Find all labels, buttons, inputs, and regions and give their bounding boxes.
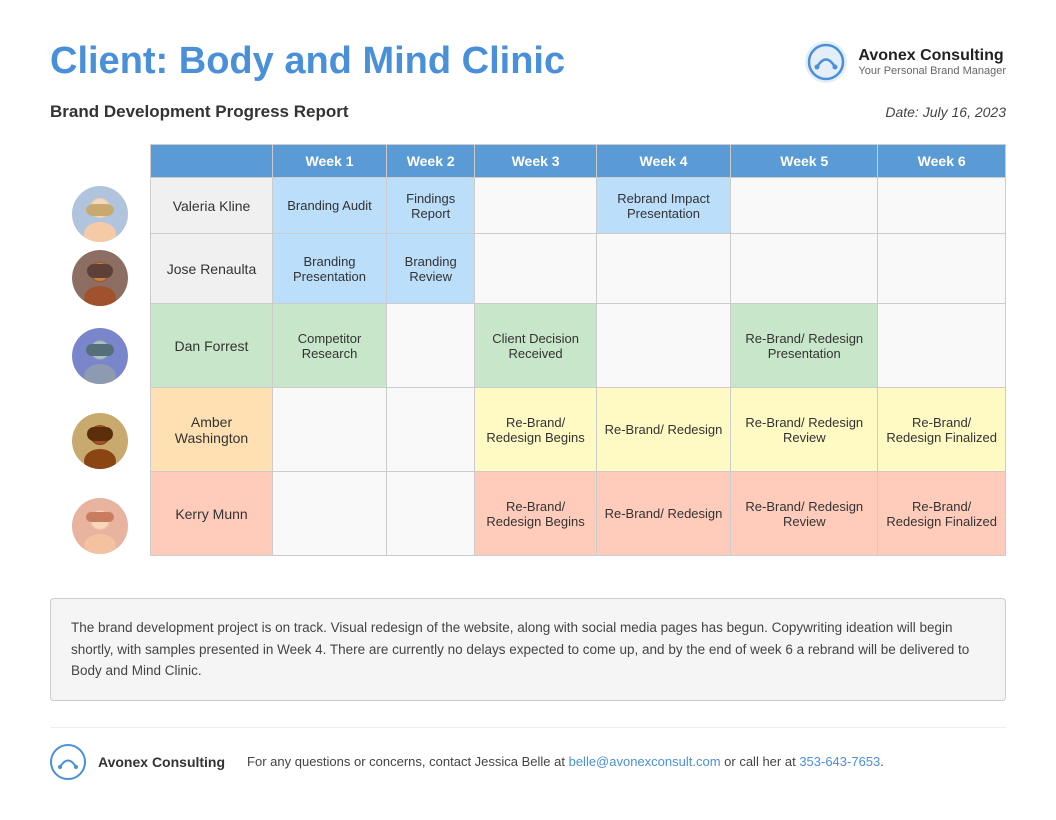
schedule-table: Week 1 Week 2 Week 3 Week 4 Week 5 Week … (150, 144, 1006, 556)
table-row: Kerry Munn Re-Brand/ Redesign Begins Re-… (151, 472, 1006, 556)
report-subtitle: Brand Development Progress Report (50, 102, 349, 122)
footer-text-mid: or call her at (721, 754, 800, 769)
valeria-week3 (475, 178, 596, 234)
schedule-table-wrapper: Week 1 Week 2 Week 3 Week 4 Week 5 Week … (150, 144, 1006, 568)
title-prefix: Client: (50, 40, 179, 82)
footer-logo-icon (50, 744, 86, 780)
dan-avatar-cell (50, 314, 150, 398)
logo-company-name: Avonex Consulting (858, 47, 1006, 65)
avatar-column (50, 144, 150, 568)
valeria-avatar-cell (50, 186, 150, 242)
dan-week4 (596, 304, 730, 388)
week2-header: Week 2 (387, 145, 475, 178)
valeria-week5 (731, 178, 878, 234)
jose-week2: Branding Review (387, 234, 475, 304)
week5-header: Week 5 (731, 145, 878, 178)
amber-week4: Re-Brand/ Redesign (596, 388, 730, 472)
jose-week5 (731, 234, 878, 304)
dan-week1: Competitor Research (273, 304, 387, 388)
summary-text: The brand development project is on trac… (71, 617, 985, 682)
jose-week6 (878, 234, 1006, 304)
jose-avatar-cell (50, 243, 150, 313)
kerry-week1 (273, 472, 387, 556)
summary-box: The brand development project is on trac… (50, 598, 1006, 701)
kerry-week4: Re-Brand/ Redesign (596, 472, 730, 556)
table-row: Jose Renaulta Branding Presentation Bran… (151, 234, 1006, 304)
week6-header: Week 6 (878, 145, 1006, 178)
kerry-week2 (387, 472, 475, 556)
dan-week2 (387, 304, 475, 388)
jose-week1: Branding Presentation (273, 234, 387, 304)
kerry-name-cell: Kerry Munn (151, 472, 273, 556)
kerry-week3: Re-Brand/ Redesign Begins (475, 472, 596, 556)
amber-week1 (273, 388, 387, 472)
name-column-header (151, 145, 273, 178)
valeria-week6 (878, 178, 1006, 234)
week3-header: Week 3 (475, 145, 596, 178)
table-row: Valeria Kline Branding Audit Findings Re… (151, 178, 1006, 234)
table-area: Week 1 Week 2 Week 3 Week 4 Week 5 Week … (50, 144, 1006, 568)
valeria-week4: Rebrand Impact Presentation (596, 178, 730, 234)
amber-avatar-cell (50, 399, 150, 483)
kerry-week6: Re-Brand/ Redesign Finalized (878, 472, 1006, 556)
title-client: Body and Mind Clinic (179, 40, 565, 82)
amber-week3: Re-Brand/ Redesign Begins (475, 388, 596, 472)
logo-text: Avonex Consulting Your Personal Brand Ma… (858, 47, 1006, 77)
footer-brand-name: Avonex Consulting (98, 754, 225, 770)
footer-contact-text: For any questions or concerns, contact J… (247, 754, 884, 769)
amber-week2 (387, 388, 475, 472)
amber-name-cell: Amber Washington (151, 388, 273, 472)
dan-name-cell: Dan Forrest (151, 304, 273, 388)
report-date: Date: July 16, 2023 (885, 104, 1006, 120)
dan-week6 (878, 304, 1006, 388)
jose-week3 (475, 234, 596, 304)
kerry-week5: Re-Brand/ Redesign Review (731, 472, 878, 556)
amber-week6: Re-Brand/ Redesign Finalized (878, 388, 1006, 472)
footer-text-suffix: . (880, 754, 884, 769)
client-title: Client: Body and Mind Clinic (50, 40, 565, 83)
footer-text-prefix: For any questions or concerns, contact J… (247, 754, 569, 769)
table-row: Dan Forrest Competitor Research Client D… (151, 304, 1006, 388)
dan-week5: Re-Brand/ Redesign Presentation (731, 304, 878, 388)
kerry-avatar-cell (50, 484, 150, 568)
amber-washington-avatar (72, 413, 128, 469)
week1-header: Week 1 (273, 145, 387, 178)
valeria-name-cell: Valeria Kline (151, 178, 273, 234)
jose-week4 (596, 234, 730, 304)
jose-name-cell: Jose Renaulta (151, 234, 273, 304)
table-row: Amber Washington Re-Brand/ Redesign Begi… (151, 388, 1006, 472)
footer-email-link[interactable]: belle@avonexconsult.com (569, 754, 721, 769)
page-header: Client: Body and Mind Clinic Avonex Cons… (50, 40, 1006, 84)
avonex-logo-icon (804, 40, 848, 84)
subtitle-row: Brand Development Progress Report Date: … (50, 102, 1006, 122)
week4-header: Week 4 (596, 145, 730, 178)
dan-forrest-avatar (72, 328, 128, 384)
company-logo: Avonex Consulting Your Personal Brand Ma… (804, 40, 1006, 84)
footer-phone-link[interactable]: 353-643-7653 (799, 754, 880, 769)
kerry-munn-avatar (72, 498, 128, 554)
amber-week5: Re-Brand/ Redesign Review (731, 388, 878, 472)
logo-tagline: Your Personal Brand Manager (858, 65, 1006, 77)
valeria-week2: Findings Report (387, 178, 475, 234)
table-header-row: Week 1 Week 2 Week 3 Week 4 Week 5 Week … (151, 145, 1006, 178)
valeria-kline-avatar (72, 186, 128, 242)
jose-renaulta-avatar (72, 250, 128, 306)
page-footer: Avonex Consulting For any questions or c… (50, 727, 1006, 780)
valeria-week1: Branding Audit (273, 178, 387, 234)
dan-week3: Client Decision Received (475, 304, 596, 388)
